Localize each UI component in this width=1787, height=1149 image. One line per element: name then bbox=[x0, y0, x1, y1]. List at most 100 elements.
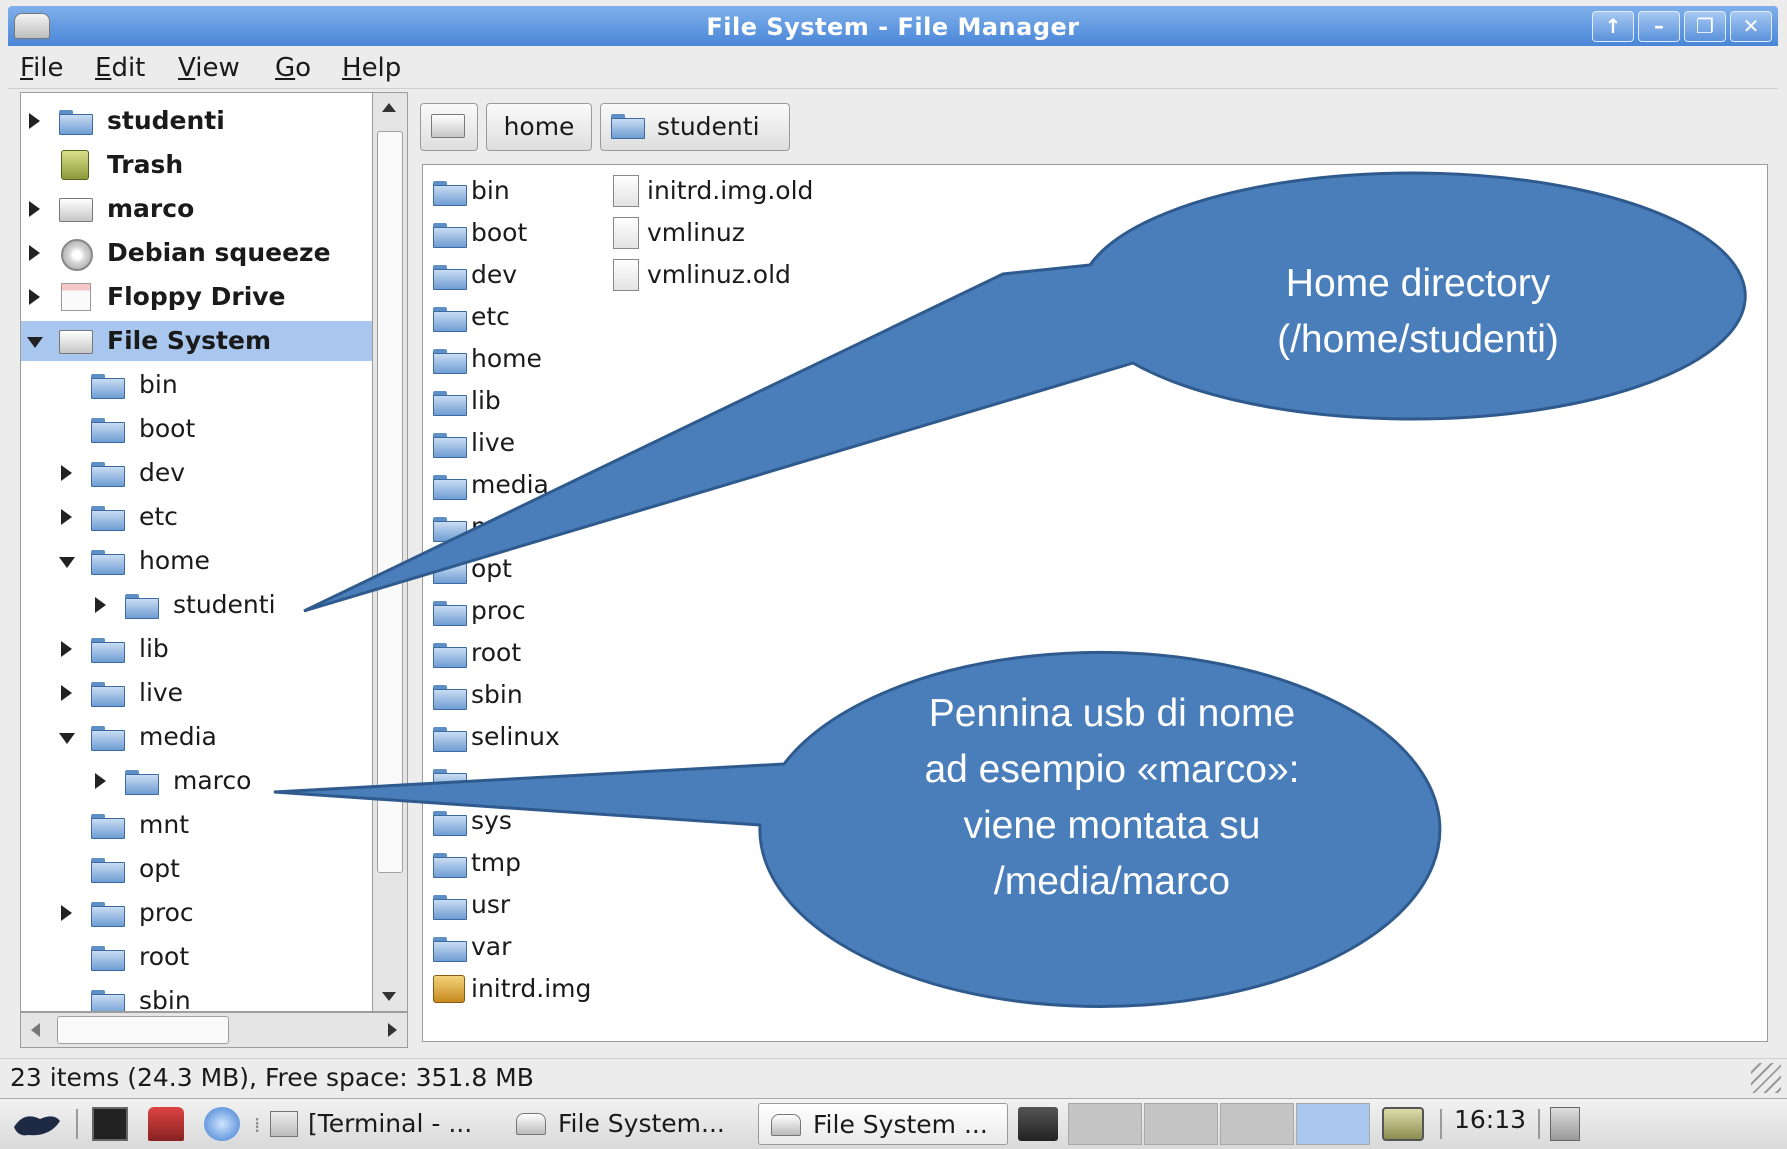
tree-item-dev[interactable]: dev bbox=[21, 453, 391, 493]
pathbar-root-button[interactable] bbox=[420, 103, 478, 151]
scroll-up-icon[interactable] bbox=[382, 103, 396, 112]
expander-icon[interactable] bbox=[29, 113, 40, 129]
drive-icon bbox=[59, 330, 93, 354]
expander-icon[interactable] bbox=[61, 641, 72, 657]
tree-item-live[interactable]: live bbox=[21, 673, 391, 713]
sidebar-tree[interactable]: studenti Trash marco Debian squeeze Flop… bbox=[20, 92, 392, 1012]
tree-item-marco[interactable]: marco bbox=[21, 761, 391, 801]
folder-icon bbox=[125, 770, 159, 795]
resize-grip-icon[interactable] bbox=[1751, 1063, 1781, 1093]
menu-help[interactable]: Help bbox=[342, 53, 401, 83]
taskbar-task-file-system-1[interactable]: File System... bbox=[558, 1103, 748, 1145]
folder-icon bbox=[433, 265, 467, 290]
tree-item-mnt[interactable]: mnt bbox=[21, 805, 391, 845]
folder-icon bbox=[433, 769, 467, 794]
workspace-4-active[interactable] bbox=[1296, 1103, 1370, 1145]
folder-icon bbox=[433, 559, 467, 584]
cdrom-icon bbox=[61, 239, 93, 271]
separator bbox=[76, 1109, 78, 1139]
expander-icon[interactable] bbox=[29, 289, 40, 305]
menu-file[interactable]: File bbox=[20, 53, 64, 83]
scroll-down-icon[interactable] bbox=[382, 992, 396, 1001]
pathbar-home-button[interactable]: home bbox=[486, 103, 592, 151]
sidebar-item-file-system[interactable]: File System bbox=[21, 321, 375, 361]
sidebar-item-studenti[interactable]: studenti bbox=[21, 101, 391, 141]
file-name: bin bbox=[471, 176, 510, 205]
file-name: sys bbox=[471, 806, 512, 835]
logout-icon[interactable] bbox=[1550, 1107, 1580, 1141]
sidebar-item-debian-squeeze[interactable]: Debian squeeze bbox=[21, 233, 391, 273]
scroll-left-icon[interactable] bbox=[31, 1023, 40, 1037]
settings-launcher-icon[interactable] bbox=[148, 1107, 184, 1141]
sidebar-item-floppy-drive[interactable]: Floppy Drive bbox=[21, 277, 391, 317]
file-name: etc bbox=[471, 302, 510, 331]
tree-item-studenti[interactable]: studenti bbox=[21, 585, 391, 625]
callout-home-text: Home directory (/home/studenti) bbox=[1277, 262, 1559, 361]
separator bbox=[1440, 1109, 1442, 1139]
terminal-launcher-icon[interactable] bbox=[92, 1107, 128, 1141]
tree-item-lib[interactable]: lib bbox=[21, 629, 391, 669]
workspace-2[interactable] bbox=[1144, 1103, 1218, 1145]
file-name: vmlinuz.old bbox=[647, 260, 791, 289]
folder-icon bbox=[433, 517, 467, 542]
sidebar-horizontal-scrollbar[interactable] bbox=[20, 1012, 408, 1048]
sidebar-item-trash[interactable]: Trash bbox=[21, 145, 391, 185]
expander-icon[interactable] bbox=[59, 557, 75, 568]
terminal-task-icon bbox=[270, 1111, 298, 1137]
browser-launcher-icon[interactable] bbox=[204, 1107, 240, 1141]
expander-icon[interactable] bbox=[27, 337, 43, 348]
expander-icon[interactable] bbox=[29, 201, 40, 217]
tree-item-home[interactable]: home bbox=[21, 541, 391, 581]
scrollbar-thumb[interactable] bbox=[57, 1016, 229, 1044]
expander-icon[interactable] bbox=[61, 685, 72, 701]
workspace-1[interactable] bbox=[1068, 1103, 1142, 1145]
status-bar: 23 items (24.3 MB), Free space: 351.8 MB bbox=[0, 1058, 1787, 1099]
scroll-right-icon[interactable] bbox=[388, 1023, 397, 1037]
expander-icon[interactable] bbox=[95, 597, 106, 613]
scrollbar-thumb[interactable] bbox=[377, 131, 403, 873]
tree-item-proc[interactable]: proc bbox=[21, 893, 391, 933]
tree-item-root[interactable]: root bbox=[21, 937, 391, 977]
taskbar-task-file-system-2[interactable]: File System ... bbox=[758, 1103, 1008, 1145]
network-icon[interactable] bbox=[1018, 1107, 1058, 1141]
expander-icon[interactable] bbox=[59, 733, 75, 744]
clock[interactable]: 16:13 bbox=[1454, 1105, 1526, 1134]
menu-edit[interactable]: Edit bbox=[95, 53, 145, 83]
close-button[interactable]: ✕ bbox=[1730, 11, 1772, 42]
file-name: boot bbox=[471, 218, 528, 247]
folder-icon bbox=[91, 858, 125, 883]
menu-bar: File Edit View Go Help bbox=[8, 46, 1778, 89]
tree-item-media[interactable]: media bbox=[21, 717, 391, 757]
tree-item-sbin[interactable]: sbin bbox=[21, 981, 391, 1011]
expander-icon[interactable] bbox=[61, 509, 72, 525]
xfce-menu-icon[interactable] bbox=[10, 1107, 62, 1141]
pathbar-studenti-button[interactable]: studenti bbox=[600, 103, 790, 151]
folder-icon bbox=[433, 391, 467, 416]
pathbar-label: studenti bbox=[657, 112, 760, 141]
menu-view[interactable]: View bbox=[178, 53, 240, 83]
expander-icon[interactable] bbox=[61, 905, 72, 921]
raise-window-button[interactable]: ↑ bbox=[1592, 11, 1634, 42]
minimize-button[interactable]: – bbox=[1638, 11, 1680, 42]
tree-item-opt[interactable]: opt bbox=[21, 849, 391, 889]
tree-item-bin[interactable]: bin bbox=[21, 365, 391, 405]
taskbar-task-terminal[interactable]: [Terminal - ... bbox=[308, 1103, 504, 1145]
maximize-button[interactable]: ❐ bbox=[1684, 11, 1726, 42]
sidebar-vertical-scrollbar[interactable] bbox=[372, 92, 408, 1012]
workspace-3[interactable] bbox=[1220, 1103, 1294, 1145]
expander-icon[interactable] bbox=[61, 465, 72, 481]
tree-item-etc[interactable]: etc bbox=[21, 497, 391, 537]
tree-item-boot[interactable]: boot bbox=[21, 409, 391, 449]
menu-go[interactable]: Go bbox=[275, 53, 311, 83]
expander-icon[interactable] bbox=[95, 773, 106, 789]
file-name: root bbox=[471, 638, 522, 667]
display-icon[interactable] bbox=[1382, 1107, 1424, 1141]
folder-icon bbox=[91, 814, 125, 839]
sidebar-item-marco[interactable]: marco bbox=[21, 189, 391, 229]
drive-icon bbox=[771, 1114, 801, 1136]
expander-icon[interactable] bbox=[29, 245, 40, 261]
drive-icon bbox=[516, 1113, 546, 1135]
folder-icon bbox=[91, 506, 125, 531]
window-titlebar[interactable]: File System - File Manager ↑ – ❐ ✕ bbox=[8, 6, 1778, 46]
trash-icon bbox=[61, 150, 89, 180]
